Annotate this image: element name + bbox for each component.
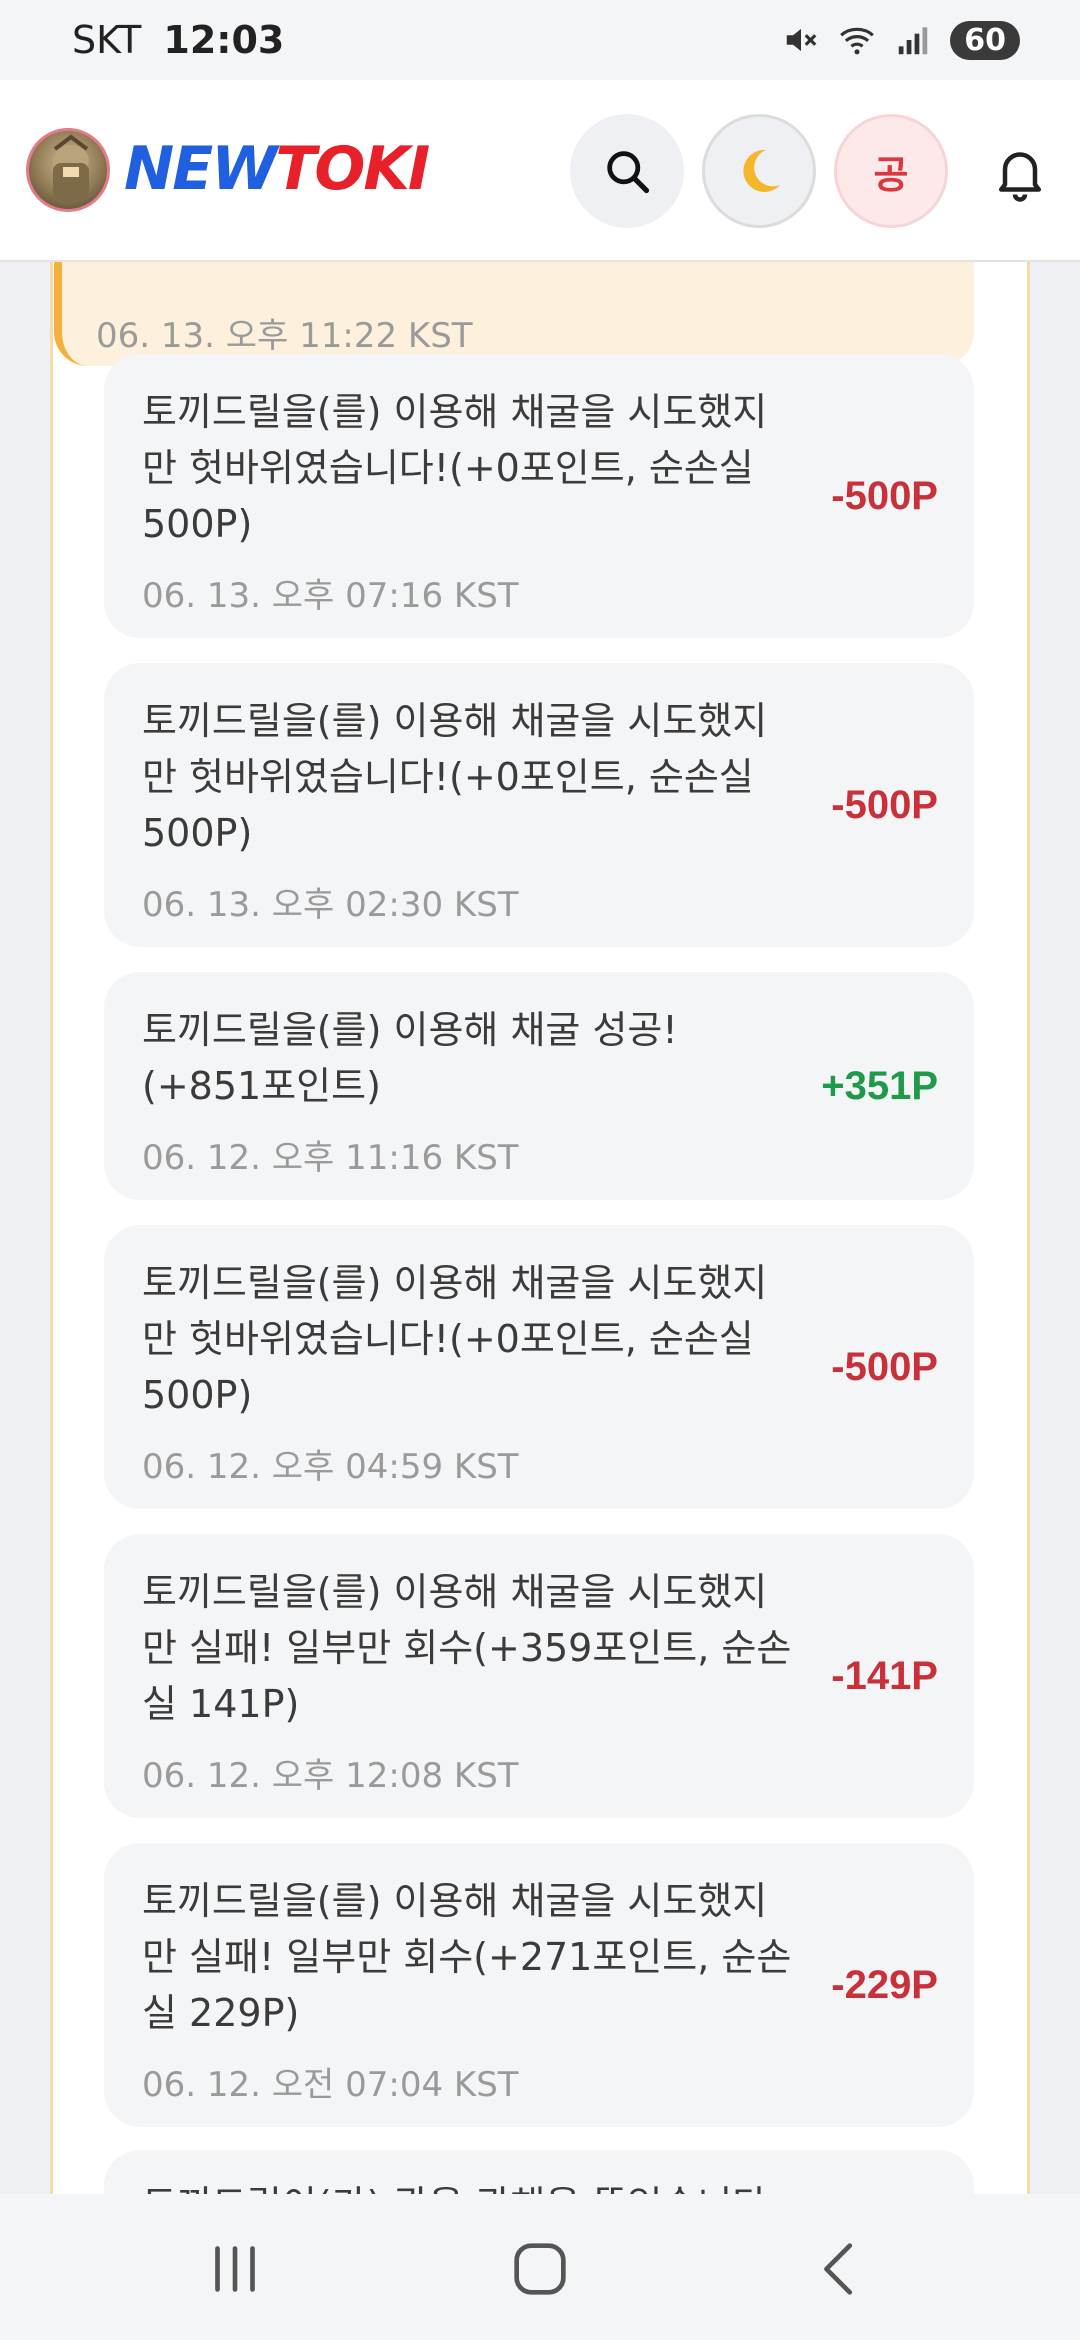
site-logo[interactable]: NEWTOKI <box>124 134 430 204</box>
item-message: 토끼드릴을(를) 이용해 채굴을 시도했지만 헛바위였습니다!(+0포인트, 순… <box>142 1261 768 1417</box>
search-button[interactable] <box>570 114 684 228</box>
item-date: 06. 12. 오전 07:04 KST <box>142 2065 519 2105</box>
highlight-item[interactable]: 06. 13. 오후 11:22 KST <box>54 262 974 366</box>
logo-toki-text: TOKI <box>275 134 430 204</box>
battery-indicator: 60 <box>950 20 1020 60</box>
back-icon[interactable] <box>806 2234 876 2304</box>
list-item[interactable]: 토끼드릴을(를) 이용해 채굴을 시도했지만 실패! 일부만 회수(+359포인… <box>104 1534 974 1818</box>
status-bar: SKT 12:03 60 <box>0 0 1080 80</box>
system-nav-bar <box>0 2194 1080 2340</box>
mute-icon <box>787 28 817 52</box>
item-date: 06. 13. 오후 11:22 KST <box>96 316 473 356</box>
list-item[interactable]: 토끼드릴을(를) 이용해 채굴을 시도했지만 헛바위였습니다!(+0포인트, 순… <box>104 354 974 638</box>
item-date: 06. 13. 오후 07:16 KST <box>142 576 519 616</box>
notice-label: 공 <box>873 152 909 197</box>
home-icon[interactable] <box>505 2234 575 2304</box>
wifi-icon <box>840 27 875 55</box>
item-amount: -229P <box>831 1963 938 2007</box>
item-amount: -141P <box>831 1654 938 1698</box>
recent-apps-icon[interactable] <box>200 2234 270 2304</box>
clock: 12:03 <box>163 18 285 62</box>
item-date: 06. 12. 오후 12:08 KST <box>142 1756 519 1796</box>
list-item[interactable]: 토끼드릴을(를) 이용해 채굴을 시도했지만 실패! 일부만 회수(+271포인… <box>104 1843 974 2127</box>
item-amount: -500P <box>831 783 938 827</box>
item-message: 토끼드릴을(를) 이용해 채굴을 시도했지만 헛바위였습니다!(+0포인트, 순… <box>142 390 768 546</box>
list-item[interactable]: 토끼드릴을(를) 이용해 채굴 성공!(+851포인트) 06. 12. 오후 … <box>104 972 974 1200</box>
list-item[interactable]: 토끼드릴이(가) 광을 관해을 뚫었습니다 <box>104 2150 974 2194</box>
list-item[interactable]: 토끼드릴을(를) 이용해 채굴을 시도했지만 헛바위였습니다!(+0포인트, 순… <box>104 1225 974 1509</box>
app-header: NEWTOKI 공 <box>0 80 1080 262</box>
moon-icon <box>743 149 780 192</box>
item-message: 토끼드릴이(가) 광을 관해을 뚫었습니다 <box>142 2174 767 2194</box>
logo-new-text: NEW <box>124 134 277 204</box>
search-icon <box>607 151 650 194</box>
item-date: 06. 13. 오후 02:30 KST <box>142 885 519 925</box>
list-item[interactable]: 토끼드릴을(를) 이용해 채굴을 시도했지만 헛바위였습니다!(+0포인트, 순… <box>104 663 974 947</box>
signal-icon <box>899 27 928 55</box>
dark-mode-button[interactable] <box>702 114 816 228</box>
item-message: 토끼드릴을(를) 이용해 채굴을 시도했지만 실패! 일부만 회수(+271포인… <box>142 1879 792 2035</box>
status-left: SKT 12:03 <box>72 18 284 62</box>
notice-button[interactable]: 공 <box>834 114 948 228</box>
item-amount: -500P <box>831 474 938 518</box>
status-right: 60 <box>782 20 1020 60</box>
item-message: 토끼드릴을(를) 이용해 채굴 성공!(+851포인트) <box>142 1008 678 1108</box>
item-message: 토끼드릴을(를) 이용해 채굴을 시도했지만 헛바위였습니다!(+0포인트, 순… <box>142 699 768 855</box>
item-date: 06. 12. 오후 04:59 KST <box>142 1447 519 1487</box>
bell-icon[interactable] <box>990 142 1050 202</box>
knight-avatar-icon <box>53 134 89 201</box>
item-message: 토끼드릴을(를) 이용해 채굴을 시도했지만 실패! 일부만 회수(+359포인… <box>142 1570 792 1726</box>
logo-avatar[interactable] <box>26 128 110 212</box>
item-amount: -500P <box>831 1345 938 1389</box>
item-amount: +351P <box>821 1064 938 1108</box>
carrier-label: SKT <box>72 18 142 62</box>
item-date: 06. 12. 오후 11:16 KST <box>142 1138 519 1178</box>
history-content[interactable]: 06. 13. 오후 11:22 KST 토끼드릴을(를) 이용해 채굴을 시도… <box>0 262 1080 2194</box>
